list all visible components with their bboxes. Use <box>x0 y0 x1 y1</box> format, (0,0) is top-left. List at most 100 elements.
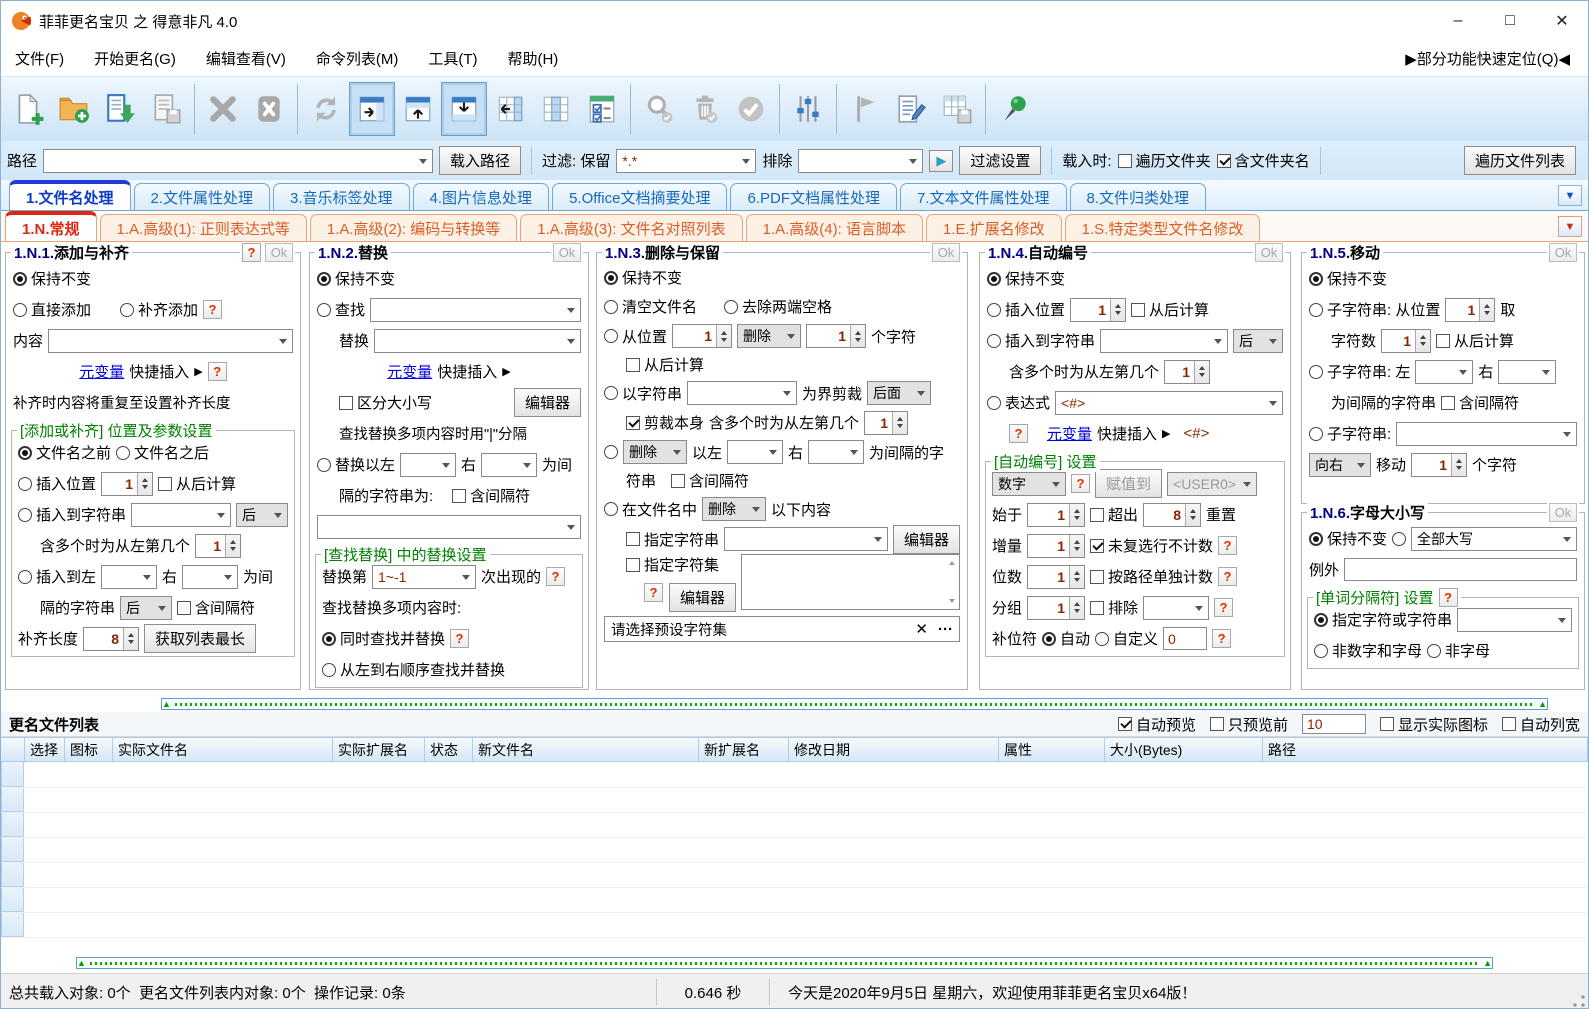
column-attributes[interactable]: 属性 <box>999 738 1105 761</box>
radio-keep-unchanged[interactable]: 保持不变 <box>317 268 395 289</box>
delete-mode-combobox[interactable]: 删除 <box>702 497 767 521</box>
filter-settings-button[interactable]: 过滤设置 <box>959 146 1042 175</box>
radio-insert-between[interactable]: 插入到左 <box>18 566 96 587</box>
count-from-end-checkbox[interactable]: 从后计算 <box>158 473 236 494</box>
radio-insert-position[interactable]: 插入位置 <box>987 299 1065 320</box>
row-header-cell[interactable] <box>1 862 24 887</box>
tab-adv3-mapping[interactable]: 1.A.高级(3): 文件名对照列表 <box>520 214 743 241</box>
flag-button[interactable] <box>842 82 888 136</box>
tab-specific-type[interactable]: 1.S.特定类型文件名修改 <box>1064 214 1261 241</box>
radio-pad-add[interactable]: 补齐添加 <box>120 299 198 320</box>
filter-combobox[interactable]: *.* <box>616 148 757 173</box>
radio-change-case[interactable] <box>1392 531 1407 546</box>
ok-button[interactable]: Ok <box>1549 503 1577 522</box>
delete-item-button[interactable] <box>200 82 246 136</box>
metavar-link[interactable]: 元变量 <box>1047 423 1092 444</box>
row-header-cell[interactable] <box>1 887 24 912</box>
ok-button[interactable]: Ok <box>932 243 960 262</box>
help-button[interactable]: ? <box>203 300 223 319</box>
tab-adv4-script[interactable]: 1.A.高级(4): 语言脚本 <box>745 214 923 241</box>
help-button[interactable]: ? <box>644 583 663 602</box>
help-button[interactable]: ? <box>207 362 227 381</box>
char-count-spinner[interactable]: 1 <box>1381 328 1432 353</box>
user-var-combobox[interactable]: <USER0> <box>1167 471 1258 496</box>
walk-folders-checkbox[interactable]: 遍历文件夹 <box>1117 150 1211 171</box>
tab-office-summary[interactable]: 5.Office文档摘要处理 <box>552 183 728 210</box>
right-delim-combobox[interactable] <box>182 564 239 589</box>
include-sep-checkbox[interactable]: 含间隔符 <box>452 485 530 506</box>
count-from-end-checkbox[interactable]: 从后计算 <box>1436 330 1514 351</box>
menu-tools[interactable]: 工具(T) <box>428 48 477 69</box>
radio-insert-to-string[interactable]: 插入到字符串 <box>18 504 126 525</box>
close-button[interactable]: ✕ <box>1536 1 1588 41</box>
tab-file-classify[interactable]: 8.文件归类处理 <box>1069 183 1207 210</box>
column-new-name[interactable]: 新文件名 <box>473 738 699 761</box>
expand-arrow[interactable]: ▶ <box>502 365 510 378</box>
charset-editor-button[interactable]: 编辑器 <box>669 583 737 612</box>
help-button[interactable]: ? <box>1212 629 1232 648</box>
direction-combobox[interactable]: 向右 <box>1309 452 1371 477</box>
radio-expression[interactable]: 表达式 <box>987 392 1050 413</box>
char-count-spinner[interactable]: 1 <box>806 324 867 348</box>
digits-spinner[interactable]: 1 <box>1027 564 1086 589</box>
panel-bottom-layout-button[interactable] <box>441 82 487 136</box>
minimize-button[interactable]: – <box>1432 1 1484 41</box>
editor-button[interactable]: 编辑器 <box>892 524 960 554</box>
menu-edit-view[interactable]: 编辑查看(V) <box>206 48 286 69</box>
after-before-combobox[interactable]: 后 <box>1233 328 1283 353</box>
apply-button[interactable] <box>728 82 774 136</box>
column-current-name[interactable]: 实际文件名 <box>113 738 333 761</box>
custom-pad-input[interactable] <box>1163 627 1208 650</box>
pin-button[interactable] <box>991 82 1037 136</box>
preview-first-checkbox[interactable]: 只预览前 <box>1209 714 1288 735</box>
pad-length-spinner[interactable]: 8 <box>83 626 140 651</box>
radio-crop-by-string[interactable]: 以字符串 <box>604 383 682 404</box>
refresh-button[interactable] <box>303 82 349 136</box>
settings-button[interactable] <box>785 82 831 136</box>
help-button[interactable]: ? <box>1438 588 1458 607</box>
get-longest-button[interactable]: 获取列表最长 <box>144 624 257 653</box>
radio-simultaneous[interactable]: 同时查找并替换 <box>322 628 445 649</box>
right-delim-combobox[interactable] <box>1498 359 1557 384</box>
radio-custom-pad[interactable]: 自定义 <box>1095 628 1158 649</box>
radio-substring-custom[interactable]: 子字符串: <box>1309 423 1391 444</box>
exclude-combobox[interactable] <box>1143 595 1210 620</box>
exception-input[interactable] <box>1344 558 1577 581</box>
column-modified-date[interactable]: 修改日期 <box>789 738 999 761</box>
checklist-button[interactable] <box>579 82 625 136</box>
radio-insert-position[interactable]: 插入位置 <box>18 473 96 494</box>
preset-charset-picker[interactable]: 请选择预设字符集 ✕ ··· <box>604 616 960 642</box>
include-folder-name-checkbox[interactable]: 含文件夹名 <box>1216 150 1310 171</box>
occurrence-index-spinner[interactable]: 1 <box>195 533 242 558</box>
delete-mode-combobox[interactable]: 删除 <box>737 324 802 348</box>
delete-mode-combobox[interactable]: 删除 <box>623 440 687 464</box>
exclude-combobox[interactable] <box>798 148 924 173</box>
crop-side-combobox[interactable]: 后面 <box>867 381 932 405</box>
auto-column-width-checkbox[interactable]: 自动列宽 <box>1501 714 1580 735</box>
menu-rename[interactable]: 开始更名(G) <box>94 48 176 69</box>
show-real-icons-checkbox[interactable]: 显示实际图标 <box>1379 714 1488 735</box>
occurrence-index-spinner[interactable]: 1 <box>864 410 909 435</box>
count-from-end-checkbox[interactable]: 从后计算 <box>1131 299 1209 320</box>
radio-keep-unchanged[interactable]: 保持不变 <box>13 268 91 289</box>
horizontal-splitter[interactable]: ▲ ▲ <box>76 957 1493 969</box>
position-spinner[interactable]: 1 <box>672 324 733 348</box>
radio-specify-separator[interactable]: 指定字符或字符串 <box>1314 609 1452 630</box>
skip-unchecked-checkbox[interactable]: 未复选行不计数 <box>1090 535 1213 556</box>
column-path[interactable]: 路径 <box>1263 738 1588 761</box>
help-button[interactable]: ? <box>242 243 261 262</box>
left-delim-combobox[interactable] <box>101 564 158 589</box>
tab-pdf-attr[interactable]: 6.PDF文档属性处理 <box>730 183 897 210</box>
menu-file[interactable]: 文件(F) <box>15 48 64 69</box>
help-button[interactable]: ? <box>1071 474 1090 493</box>
radio-auto-pad[interactable]: 自动 <box>1042 628 1090 649</box>
delete-all-button[interactable] <box>246 82 292 136</box>
radio-clear-name[interactable]: 清空文件名 <box>604 296 697 317</box>
resize-grip[interactable] <box>1572 994 1586 1008</box>
column-shift-button[interactable] <box>487 82 533 136</box>
substring-combobox[interactable] <box>1396 421 1577 446</box>
tab-adv1-regex[interactable]: 1.A.高级(1): 正则表达式等 <box>99 214 307 241</box>
specify-string-checkbox[interactable]: 指定字符串 <box>626 529 719 550</box>
radio-keep-unchanged[interactable]: 保持不变 <box>604 267 682 288</box>
left-delim-combobox[interactable] <box>400 452 457 477</box>
